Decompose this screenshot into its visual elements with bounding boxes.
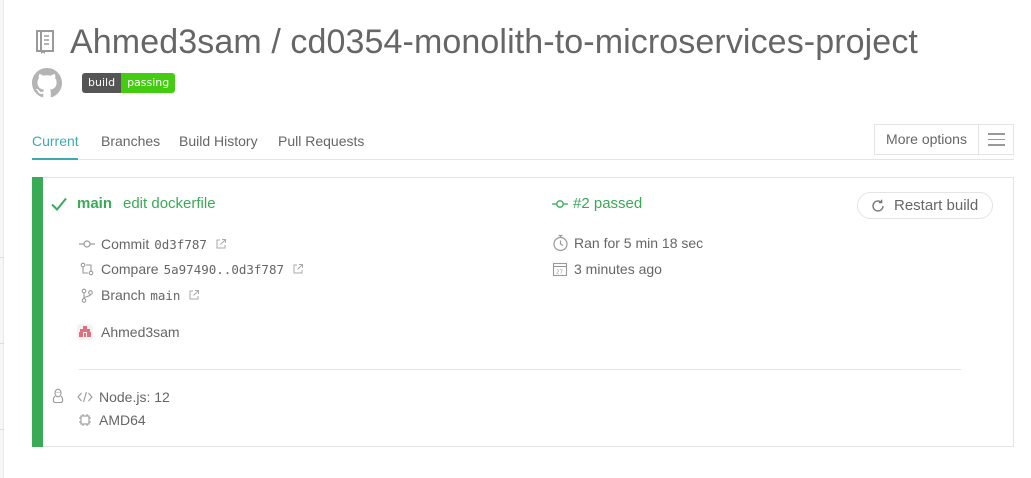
more-options-label: More options xyxy=(875,125,979,154)
duration-row: Ran for 5 min 18 sec xyxy=(551,234,703,252)
active-tab-indicator xyxy=(32,158,78,160)
tab-pull-requests[interactable]: Pull Requests xyxy=(278,133,364,149)
commit-label: Commit xyxy=(101,236,150,252)
finished-time: 3 minutes ago xyxy=(574,261,662,277)
repo-header: Ahmed3sam / cd0354-monolith-to-microserv… xyxy=(32,20,918,64)
commit-sha-link[interactable]: 0d3f787 xyxy=(154,237,207,252)
cpu-chip-icon xyxy=(76,411,94,429)
language-version: Node.js: 12 xyxy=(99,389,170,405)
commit-row: Commit 0d3f787 xyxy=(78,235,227,253)
badge-label: build xyxy=(82,73,122,93)
repo-book-icon xyxy=(32,28,58,56)
arch-row: AMD64 xyxy=(76,411,146,429)
build-number-link[interactable]: #2 passed xyxy=(552,195,642,212)
github-icon[interactable] xyxy=(32,68,62,98)
author-row: Ahmed3sam xyxy=(76,323,180,341)
compare-icon xyxy=(78,260,96,278)
hamburger-menu-icon[interactable] xyxy=(979,125,1013,154)
rail-tick xyxy=(0,429,4,430)
avatar xyxy=(76,323,94,341)
rail-tick xyxy=(0,343,4,344)
build-duration: Ran for 5 min 18 sec xyxy=(574,235,704,251)
left-rail xyxy=(0,0,4,478)
architecture: AMD64 xyxy=(99,412,146,428)
build-branch-link[interactable]: main xyxy=(77,195,112,212)
more-options-menu[interactable]: More options xyxy=(874,124,1014,155)
branch-icon xyxy=(78,286,96,304)
tab-bar: Current Branches Build History Pull Requ… xyxy=(32,124,1014,160)
commit-message-link[interactable]: edit dockerfile xyxy=(123,195,216,212)
tab-build-history[interactable]: Build History xyxy=(179,133,258,149)
build-card: main edit dockerfile #2 passed Restart b… xyxy=(32,177,1014,447)
compare-label: Compare xyxy=(101,261,159,277)
card-divider xyxy=(79,369,961,370)
compare-range-link[interactable]: 5a97490..0d3f787 xyxy=(164,262,284,277)
svg-text:27: 27 xyxy=(556,270,563,276)
branch-row: Branch main xyxy=(78,286,200,304)
branch-label: Branch xyxy=(101,287,146,303)
build-status-badge[interactable]: build passing xyxy=(82,73,176,93)
restart-build-label: Restart build xyxy=(894,197,979,214)
stopwatch-icon xyxy=(551,234,569,252)
build-status-stripe xyxy=(32,177,43,447)
restart-build-button[interactable]: Restart build xyxy=(857,192,993,219)
repo-title: Ahmed3sam / cd0354-monolith-to-microserv… xyxy=(70,22,918,61)
tab-current[interactable]: Current xyxy=(32,133,79,149)
rail-tick xyxy=(0,257,4,258)
commit-icon xyxy=(78,235,96,253)
code-icon xyxy=(76,388,94,406)
calendar-icon: 27 xyxy=(551,260,569,278)
build-number-status: #2 passed xyxy=(573,195,643,212)
os-linux-icon xyxy=(51,388,67,404)
tab-branches[interactable]: Branches xyxy=(101,133,160,149)
external-link-icon[interactable] xyxy=(292,263,304,275)
restart-icon xyxy=(872,199,884,212)
finished-row: 27 3 minutes ago xyxy=(551,260,662,278)
badge-value: passing xyxy=(121,73,176,93)
commit-dot-icon xyxy=(552,199,568,208)
compare-row: Compare 5a97490..0d3f787 xyxy=(78,260,304,278)
branch-value-link[interactable]: main xyxy=(150,288,180,303)
passed-check-icon xyxy=(50,195,68,213)
author-name: Ahmed3sam xyxy=(101,324,180,340)
external-link-icon[interactable] xyxy=(215,238,227,250)
language-row: Node.js: 12 xyxy=(76,388,170,406)
external-link-icon[interactable] xyxy=(188,289,200,301)
